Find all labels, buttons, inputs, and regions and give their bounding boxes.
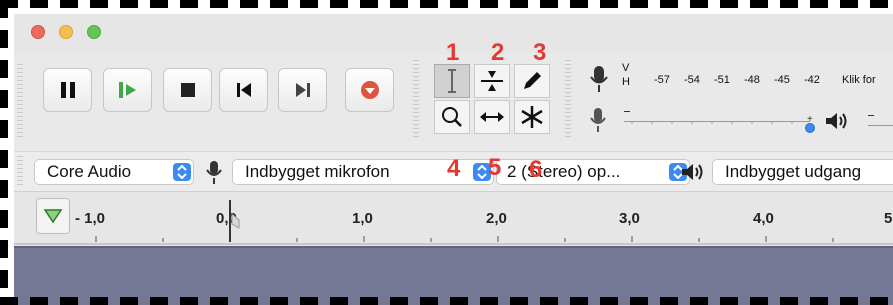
recording-channels-select[interactable]: 2 (Stereo) op... (496, 159, 690, 185)
ruler-label: - 1,0 (75, 210, 106, 227)
meter-channel-v: V (622, 62, 630, 74)
double-arrow-icon (480, 112, 504, 122)
skip-to-end-button[interactable] (278, 68, 327, 112)
meter-tick: -45 (774, 74, 790, 86)
play-icon (118, 82, 136, 98)
i-beam-icon (448, 69, 456, 93)
output-volume-slider[interactable] (866, 111, 893, 133)
recording-device-icon (202, 160, 226, 186)
record-button[interactable] (345, 68, 394, 112)
meter-tick: -48 (744, 74, 760, 86)
envelope-icon (481, 71, 503, 91)
microphone-icon (590, 108, 606, 132)
annotation-2: 2 (491, 39, 505, 66)
zoom-window-button[interactable] (87, 25, 101, 39)
zoom-tool-button[interactable] (434, 100, 470, 134)
annotation-4: 4 (447, 155, 461, 182)
annotation-5: 5 (488, 154, 502, 181)
ruler-label: 3,0 (619, 210, 640, 227)
playback-device-value: Indbygget udgang (725, 162, 862, 181)
recording-device-value: Indbygget mikrofon (245, 162, 390, 181)
dashed-border-top (0, 0, 893, 8)
audio-host-value: Core Audio (47, 162, 132, 181)
transport-toolbar-grip[interactable] (17, 64, 23, 140)
ruler-label: 5 (884, 210, 893, 227)
close-window-button[interactable] (31, 25, 45, 39)
meter-toolbar-grip[interactable] (565, 60, 571, 140)
device-toolbar-grip[interactable] (17, 156, 23, 186)
speaker-icon (682, 164, 703, 180)
input-volume-thumb[interactable] (805, 123, 815, 133)
annotation-6: 6 (529, 156, 543, 183)
dashed-border-bottom (0, 297, 893, 305)
speaker-icon-wrap (824, 110, 850, 132)
chevron-updown-icon (173, 163, 191, 181)
meter-channel-h: H (622, 76, 630, 88)
annotation-1: 1 (446, 39, 460, 66)
minimize-window-button[interactable] (59, 25, 73, 39)
tools-toolbar-grip[interactable] (413, 60, 419, 140)
skip-to-end-icon (295, 83, 310, 97)
pause-button[interactable] (43, 68, 92, 112)
record-icon (360, 81, 379, 99)
timeshift-tool-button[interactable] (474, 100, 510, 134)
ruler-label: 4,0 (753, 210, 774, 227)
recording-channels-value: 2 (Stereo) op... (507, 162, 621, 181)
annotation-3: 3 (533, 39, 547, 66)
envelope-tool-button[interactable] (474, 64, 510, 98)
meter-click-hint[interactable]: Klik for (842, 74, 876, 86)
pause-icon (60, 82, 75, 98)
input-volume-slider[interactable]: + (622, 107, 822, 133)
dashed-border-left (0, 0, 8, 305)
ruler-ticks (14, 232, 893, 245)
audio-host-select[interactable]: Core Audio (34, 159, 194, 185)
playhead-marker-icon (231, 212, 240, 229)
playback-device-select[interactable]: Indbygget udgang (712, 159, 893, 185)
meter-tick: -54 (684, 74, 700, 86)
ruler-label: 2,0 (486, 210, 507, 227)
triangle-down-icon (43, 209, 63, 224)
timeline-ruler[interactable]: - 1,0 0,0 1,0 2,0 3,0 4,0 5 (14, 191, 893, 247)
playback-device-icon (680, 161, 708, 183)
record-meter-button[interactable] (586, 64, 612, 94)
microphone-icon (206, 161, 222, 184)
screenshot-frame: 1 2 3 4 5 6 V H -57 -54 -51 -48 -45 -42 … (0, 0, 893, 305)
magnifier-icon (442, 107, 462, 127)
record-meter-scale[interactable]: -57 -54 -51 -48 -45 -42 (654, 74, 834, 86)
skip-to-start-icon (236, 83, 251, 97)
draw-tool-button[interactable] (514, 64, 550, 98)
ruler-label: 1,0 (352, 210, 373, 227)
audacity-window: 1 2 3 4 5 6 V H -57 -54 -51 -48 -45 -42 … (14, 14, 893, 305)
play-button[interactable] (103, 68, 152, 112)
microphone-icon (590, 66, 608, 92)
toolbar-area: 1 2 3 4 5 6 V H -57 -54 -51 -48 -45 -42 … (14, 41, 893, 182)
input-volume-icon-wrap (586, 106, 610, 134)
selection-tool-button[interactable] (434, 64, 470, 98)
stop-button[interactable] (163, 68, 212, 112)
speaker-icon (826, 113, 847, 129)
multi-tool-button[interactable] (514, 100, 550, 134)
meter-tick: -42 (804, 74, 820, 86)
pencil-icon (524, 72, 541, 89)
meter-tick: -51 (714, 74, 730, 86)
stop-icon (180, 83, 195, 97)
asterisk-icon (521, 106, 543, 128)
skip-to-start-button[interactable] (219, 68, 268, 112)
meter-tick: -57 (654, 74, 670, 86)
